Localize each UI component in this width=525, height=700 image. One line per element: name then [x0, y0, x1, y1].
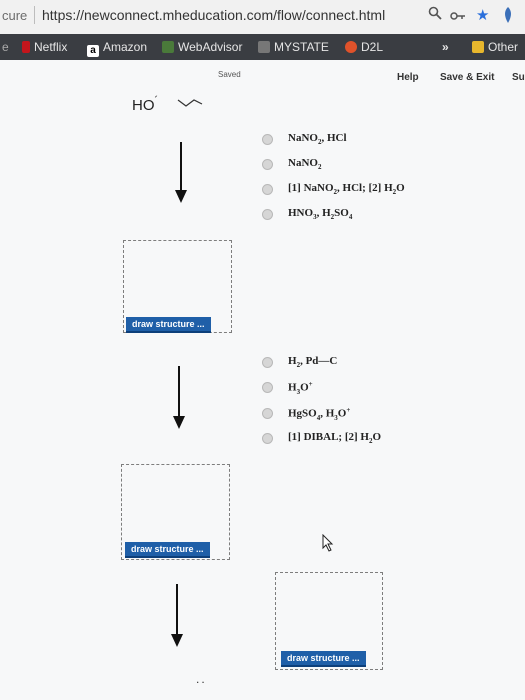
option-label: [1] DIBAL; [2] H2O	[288, 431, 382, 446]
url-input[interactable]: https://newconnect.mheducation.com/flow/…	[42, 7, 385, 23]
radio-button[interactable]	[262, 209, 273, 220]
bookmark-netflix[interactable]: Netflix	[22, 40, 67, 54]
mouse-cursor-icon	[322, 534, 334, 552]
bookmark-truncated: e	[2, 40, 9, 54]
page-toolbar: Saved Help Save & Exit Su	[0, 60, 525, 90]
option-label: HgSO4, H3O+	[288, 406, 351, 422]
submit-button[interactable]: Su	[512, 72, 525, 83]
help-button[interactable]: Help	[397, 72, 419, 83]
radio-button[interactable]	[262, 357, 273, 368]
radio-button[interactable]	[262, 382, 273, 393]
option-label: H3O+	[288, 380, 313, 396]
webadvisor-icon	[162, 41, 174, 53]
reaction-arrow-1	[175, 142, 187, 203]
radio-button[interactable]	[262, 408, 273, 419]
saved-status: Saved	[218, 70, 241, 79]
draw-structure-button-1[interactable]: draw structure ...	[126, 317, 211, 333]
radio-button[interactable]	[262, 134, 273, 145]
question-page: Saved Help Save & Exit Su HO´ NaNO2, HCl…	[0, 60, 525, 700]
draw-structure-button-3[interactable]: draw structure ...	[281, 651, 366, 667]
radio-button[interactable]	[262, 184, 273, 195]
amazon-icon: a	[87, 45, 99, 57]
bookmark-other[interactable]: Other	[472, 40, 518, 54]
key-icon[interactable]	[450, 8, 466, 25]
reaction-arrow-2	[173, 366, 185, 429]
option-label: NaNO2	[288, 157, 322, 172]
bookmarks-bar: e Netflix a Amazon WebAdvisor MYSTATE D2L…	[0, 34, 525, 60]
draw-structure-button-2[interactable]: draw structure ...	[125, 542, 210, 558]
reactant-bond	[177, 99, 203, 107]
radio-button[interactable]	[262, 433, 273, 444]
folder-icon	[472, 41, 484, 53]
ellipsis-text: ..	[196, 672, 207, 686]
search-icon[interactable]	[428, 6, 442, 24]
address-bar: cure https://newconnect.mheducation.com/…	[0, 0, 525, 35]
option-label: NaNO2, HCl	[288, 132, 347, 147]
bookmark-webadvisor[interactable]: WebAdvisor	[162, 40, 242, 54]
option-label: H2, Pd—C	[288, 355, 338, 370]
radio-button[interactable]	[262, 159, 273, 170]
extension-icon[interactable]	[502, 6, 514, 28]
option-label: [1] NaNO2, HCl; [2] H2O	[288, 182, 405, 197]
d2l-icon	[345, 41, 357, 53]
bookmark-star-icon[interactable]: ★	[476, 6, 489, 24]
secure-label: cure	[2, 8, 28, 23]
bookmark-amazon[interactable]: a Amazon	[87, 40, 147, 57]
reactant-label: HO´	[132, 95, 159, 114]
reaction-arrow-3	[171, 584, 183, 647]
bookmark-d2l[interactable]: D2L	[345, 40, 383, 54]
bookmarks-overflow-button[interactable]: »	[442, 40, 449, 54]
option-label: HNO3, H2SO4	[288, 207, 353, 222]
netflix-icon	[22, 41, 30, 53]
mystate-icon	[258, 41, 270, 53]
url-divider	[34, 6, 35, 24]
bookmark-mystate[interactable]: MYSTATE	[258, 40, 329, 54]
save-exit-button[interactable]: Save & Exit	[440, 72, 494, 83]
